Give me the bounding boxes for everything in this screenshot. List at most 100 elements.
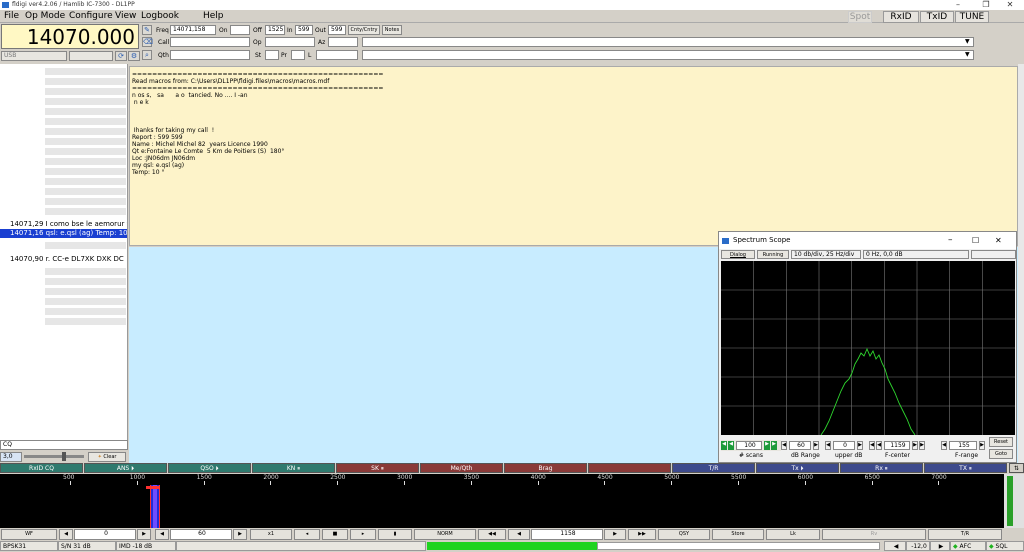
db-range-value[interactable]: 60	[789, 441, 811, 450]
mode-status[interactable]: BPSK31	[0, 541, 58, 551]
txid-button[interactable]: TxID	[920, 11, 954, 23]
spot-button[interactable]: Spot	[848, 11, 872, 23]
scans-down-icon[interactable]: ◀	[728, 441, 734, 450]
scope-minimize-icon[interactable]: –	[948, 232, 953, 249]
scans-down-fast-icon[interactable]: ◀	[721, 441, 727, 450]
faster-icon[interactable]: ▸	[350, 529, 376, 540]
scope-maximize-icon[interactable]: ☐	[972, 232, 979, 249]
menu-configure[interactable]: Configure	[69, 11, 113, 22]
macro-button-1[interactable]: RxID CQ	[0, 463, 83, 473]
minimize-icon[interactable]: –	[944, 0, 972, 10]
call-field[interactable]	[170, 37, 250, 47]
notes-combo[interactable]	[362, 37, 974, 47]
rst-in-field[interactable]: 599	[295, 25, 313, 35]
macro-toggle-button[interactable]: ⇅	[1009, 463, 1024, 473]
country-button[interactable]: Cnty/Cntry	[348, 25, 380, 35]
macro-button-5[interactable]: SK ⏸	[336, 463, 419, 473]
scans-up-icon[interactable]: ▶	[764, 441, 770, 450]
f-center-value[interactable]: 1159	[884, 441, 910, 450]
carrier-down-fast-icon[interactable]: ◀◀	[478, 529, 506, 540]
bandwidth-select[interactable]	[69, 51, 113, 61]
center-down-fast-icon[interactable]: ◀	[869, 441, 875, 450]
off-time-field[interactable]: 1525	[265, 25, 285, 35]
upper-down-icon[interactable]: ◀	[825, 441, 831, 450]
center-down-icon[interactable]: ◀	[876, 441, 882, 450]
qsy-button[interactable]: QSY	[658, 529, 710, 540]
offset-up-icon[interactable]: ▶	[137, 529, 151, 540]
center-up-fast-icon[interactable]: ▶	[919, 441, 925, 450]
notes-button[interactable]: Notes	[382, 25, 402, 35]
carrier-down-icon[interactable]: ◀	[508, 529, 530, 540]
macro-button-10[interactable]: Tx ⏵	[756, 463, 839, 473]
country-dropdown-icon[interactable]: ▼	[965, 51, 970, 58]
squelch-slider[interactable]	[24, 455, 84, 458]
country-combo[interactable]	[362, 50, 974, 60]
upper-db-value[interactable]: 0	[833, 441, 855, 450]
macro-button-9[interactable]: T/R	[672, 463, 755, 473]
qth-field[interactable]	[170, 50, 250, 60]
macro-button-2[interactable]: ANS ⏵	[84, 463, 167, 473]
f-range-value[interactable]: 155	[949, 441, 977, 450]
squelch-slider-handle[interactable]	[62, 452, 66, 461]
center-up-icon[interactable]: ▶	[912, 441, 918, 450]
menu-op-mode[interactable]: Op Mode	[25, 11, 65, 22]
notes-dropdown-icon[interactable]: ▼	[965, 38, 970, 45]
freq-field[interactable]: 14071,158	[170, 25, 216, 35]
sql-toggle[interactable]: ◆ SQL	[986, 541, 1024, 551]
stop-icon[interactable]: ■	[322, 529, 348, 540]
tr-button[interactable]: T/R	[928, 529, 1002, 540]
reverse-button[interactable]: Rv	[822, 529, 926, 540]
receive-text-pane[interactable]: ========================================…	[129, 66, 1018, 246]
frequency-display[interactable]: 14070.000	[1, 24, 139, 49]
wf-mode-button[interactable]: WF	[1, 529, 57, 540]
refresh-icon[interactable]: ⟳	[115, 51, 127, 61]
main-scrollbar[interactable]	[1018, 64, 1024, 464]
macro-button-7[interactable]: Brag	[504, 463, 587, 473]
macro-button-11[interactable]: Rx ⏸	[840, 463, 923, 473]
clear-log-icon[interactable]: ⌫	[142, 37, 153, 47]
frange-up-icon[interactable]: ▶	[979, 441, 985, 450]
upper-up-icon[interactable]: ▶	[857, 441, 863, 450]
rig-icon[interactable]: ⚙	[128, 51, 140, 61]
scans-up-fast-icon[interactable]: ▶	[771, 441, 777, 450]
menu-view[interactable]: View	[115, 11, 136, 22]
slower-icon[interactable]: ◂	[294, 529, 320, 540]
signal-browser[interactable]: 14071,29 I como bse le aemorur y 14071,1…	[0, 64, 128, 440]
offset-field[interactable]: 0	[74, 529, 136, 540]
browser-row-selected[interactable]: 14071,16 qsl: e.qsl (ag) Temp: 10	[0, 229, 127, 238]
menu-logbook[interactable]: Logbook	[141, 11, 179, 22]
afc-up-icon[interactable]: ▶	[930, 541, 950, 551]
province-field[interactable]	[291, 50, 305, 60]
scope-dialog-button[interactable]: Dialog	[721, 250, 755, 259]
scans-value[interactable]: 100	[736, 441, 762, 450]
state-field[interactable]	[265, 50, 279, 60]
rxid-button[interactable]: RxID	[883, 11, 919, 23]
rate-field[interactable]: 60	[170, 529, 232, 540]
norm-button[interactable]: NORM	[414, 529, 476, 540]
clear-button[interactable]: ✦ Clear	[88, 452, 126, 462]
range-down-icon[interactable]: ◀	[781, 441, 787, 450]
macro-button-6[interactable]: Me/Qth	[420, 463, 503, 473]
macro-button-4[interactable]: KN ⏸	[252, 463, 335, 473]
carrier-up-fast-icon[interactable]: ▶▶	[628, 529, 656, 540]
carrier-freq-field[interactable]: 1158	[531, 529, 603, 540]
zoom-button[interactable]: x1	[250, 529, 292, 540]
lock-button[interactable]: Lk	[766, 529, 820, 540]
op-name-field[interactable]	[265, 37, 315, 47]
squelch-value[interactable]: 3,0	[0, 452, 22, 462]
on-time-field[interactable]	[230, 25, 250, 35]
lookup-icon[interactable]: ⌕	[142, 50, 152, 60]
rate-up-icon[interactable]: ▶	[233, 529, 247, 540]
frange-down-icon[interactable]: ◀	[941, 441, 947, 450]
browser-search-input[interactable]: CQ	[0, 440, 128, 450]
tune-button[interactable]: TUNE	[955, 11, 989, 23]
browser-row[interactable]: 14070,90 r. CC-e DL7XK DXK DC	[0, 255, 127, 264]
menu-file[interactable]: File	[4, 11, 19, 22]
offset-down-icon[interactable]: ◀	[59, 529, 73, 540]
scope-goto-button[interactable]: Goto	[989, 449, 1013, 459]
menu-help[interactable]: Help	[203, 11, 224, 22]
azimuth-field[interactable]	[328, 37, 358, 47]
waterfall-panel[interactable]: 500 1000 1500 2000 2500 3000 3500 4000 4500 5000 5…	[0, 474, 1004, 528]
macro-button-8[interactable]	[588, 463, 671, 473]
pause-icon[interactable]: ▮	[378, 529, 412, 540]
